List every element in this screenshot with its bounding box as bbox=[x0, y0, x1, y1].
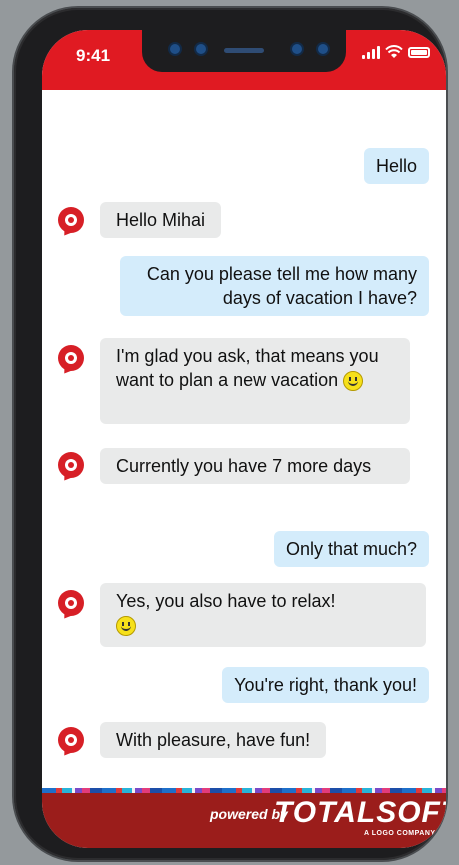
message-text: Yes, you also have to relax! bbox=[116, 591, 336, 611]
user-message: Hello bbox=[363, 148, 429, 184]
bot-avatar-icon bbox=[58, 452, 84, 478]
camera-icon bbox=[292, 44, 302, 54]
bot-avatar-icon bbox=[58, 727, 84, 753]
bot-avatar-icon bbox=[58, 345, 84, 371]
signal-icon bbox=[362, 45, 380, 59]
bot-message: Yes, you also have to relax! bbox=[100, 583, 426, 647]
screen: 9:41 Hello Hello Mihai Can you please te… bbox=[42, 30, 446, 848]
message-text: Only that much? bbox=[285, 539, 417, 559]
message-text: Hello Mihai bbox=[116, 210, 206, 230]
user-message: You're right, thank you! bbox=[222, 667, 429, 703]
smiley-icon bbox=[343, 371, 364, 392]
bot-message: With pleasure, have fun! bbox=[100, 722, 327, 758]
message-text: Currently you have 7 more days bbox=[116, 456, 372, 476]
status-bar: 9:41 bbox=[42, 30, 446, 90]
brand-tagline: A LOGO COMPANY bbox=[364, 830, 436, 837]
bot-avatar-icon bbox=[58, 590, 84, 616]
footer-banner: powered by TOTALSOFT A LOGO COMPANY bbox=[42, 788, 446, 848]
speaker-icon bbox=[224, 48, 264, 53]
user-message: Only that much? bbox=[273, 531, 429, 567]
message-text: With pleasure, have fun! bbox=[116, 730, 311, 750]
message-text: Hello bbox=[375, 156, 417, 176]
bot-message: Hello Mihai bbox=[100, 202, 222, 238]
status-time: 9:41 bbox=[76, 46, 111, 65]
chat-area: Hello Hello Mihai Can you please tell me… bbox=[42, 90, 446, 790]
camera-icon bbox=[318, 44, 328, 54]
phone-frame: 9:41 Hello Hello Mihai Can you please te… bbox=[14, 8, 446, 860]
battery-icon bbox=[408, 46, 430, 58]
bot-message: I'm glad you ask, that means you want to… bbox=[100, 338, 410, 424]
status-icons bbox=[362, 45, 430, 59]
bot-avatar-icon bbox=[58, 207, 84, 233]
color-stripes bbox=[42, 788, 446, 793]
message-text: I'm glad you ask, that means you want to… bbox=[116, 346, 379, 390]
camera-icon bbox=[170, 44, 180, 54]
user-message: Can you please tell me how many days of … bbox=[120, 256, 429, 316]
message-text: Can you please tell me how many days of … bbox=[146, 264, 417, 308]
camera-icon bbox=[196, 44, 206, 54]
smiley-icon bbox=[116, 616, 136, 637]
notch bbox=[142, 30, 346, 72]
bot-message: Currently you have 7 more days bbox=[100, 448, 410, 484]
message-text: You're right, thank you! bbox=[234, 675, 417, 695]
brand-logo: TOTALSOFT bbox=[274, 796, 446, 829]
wifi-icon bbox=[385, 45, 403, 58]
